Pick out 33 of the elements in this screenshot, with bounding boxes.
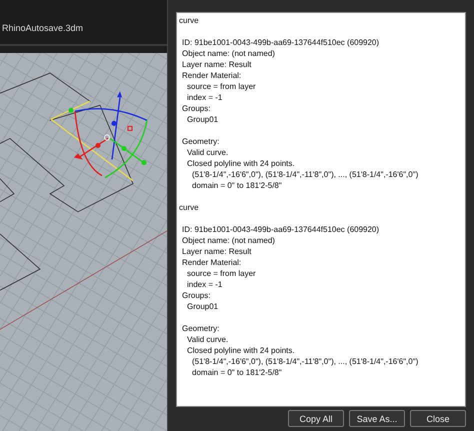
- report-line: Object name: (not named): [181, 48, 276, 59]
- viewport[interactable]: [0, 53, 167, 431]
- dialog-button[interactable]: Save As...: [349, 410, 405, 427]
- report-line: Object name: (not named): [181, 235, 276, 246]
- report-line: Group01: [186, 114, 220, 125]
- report-line: Layer name: Result: [181, 59, 252, 70]
- report-line: Groups:: [181, 290, 212, 301]
- report-line: ID: 91be1001-0043-499b-aa69-137644f510ec (609920): [181, 224, 380, 235]
- report-line: domain = 0" to 181'2-5/8": [191, 367, 283, 378]
- report-line: Groups:: [181, 103, 212, 114]
- report-line: index = -1: [186, 92, 224, 103]
- report-line: index = -1: [186, 279, 224, 290]
- file-name: RhinoAutosave.3dm: [1, 23, 84, 33]
- report-line: Group01: [186, 301, 220, 312]
- dialog-button[interactable]: Copy All: [288, 410, 344, 427]
- report-line: curve: [179, 202, 200, 213]
- report-line: Render Material:: [181, 257, 242, 268]
- report-line: Closed polyline with 24 points.: [186, 345, 296, 356]
- dialog-button[interactable]: Close: [410, 410, 466, 427]
- report-line: (51'8-1/4",-16'6",0"), (51'8-1/4",-11'8",0"), ..., (51'8-1/4",-16'6",0"): [191, 356, 420, 367]
- report-line: Render Material:: [181, 70, 242, 81]
- report-line: source = from layer: [186, 81, 257, 92]
- report-line: (51'8-1/4",-16'6",0"), (51'8-1/4",-11'8",0"), ..., (51'8-1/4",-16'6",0"): [191, 169, 420, 180]
- report-line: domain = 0" to 181'2-5/8": [191, 180, 283, 191]
- report-line: Valid curve.: [186, 334, 230, 345]
- report-line: Valid curve.: [186, 147, 230, 158]
- report-line: Closed polyline with 24 points.: [186, 158, 296, 169]
- report-line: source = from layer: [186, 268, 257, 279]
- report-line: Geometry:: [181, 323, 220, 334]
- report-line: Layer name: Result: [181, 246, 252, 257]
- report-line: ID: 91be1001-0043-499b-aa69-137644f510ec (609920): [181, 37, 380, 48]
- report-line: curve: [179, 15, 200, 26]
- report-line: Geometry:: [181, 136, 220, 147]
